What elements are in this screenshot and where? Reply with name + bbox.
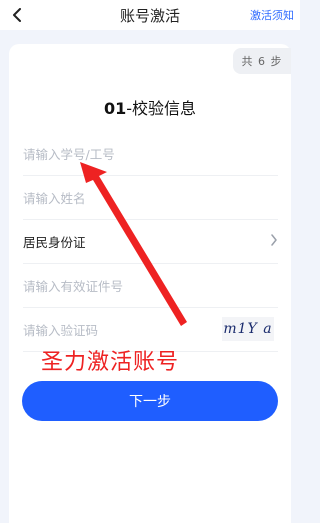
next-step-button[interactable]: 下一步 xyxy=(22,381,278,421)
step-title: 校验信息 xyxy=(132,99,197,118)
id-number-placeholder: 请输入有效证件号 xyxy=(23,279,124,294)
step-number: 01 xyxy=(103,99,127,118)
activation-notice-link[interactable]: 激活须知 xyxy=(250,7,294,23)
id-number-field[interactable]: 请输入有效证件号 xyxy=(23,264,278,308)
name-placeholder: 请输入姓名 xyxy=(23,191,86,206)
id-type-select[interactable]: 居民身份证 xyxy=(23,220,278,264)
step-count-badge: 共 6 步 xyxy=(233,48,291,74)
name-field[interactable]: 请输入姓名 xyxy=(23,176,278,220)
form-card: 共 6 步 01-校验信息 请输入学号/工号 请输入姓名 居民身份证 请输入有效… xyxy=(9,44,291,523)
annotation-text: 圣力激活账号 xyxy=(41,350,180,375)
top-nav-bar: 账号激活 激活须知 xyxy=(0,0,300,30)
verification-code-placeholder: 请输入验证码 xyxy=(23,323,99,338)
id-type-value: 居民身份证 xyxy=(23,235,86,250)
captcha-image[interactable]: m1Y a xyxy=(222,317,274,341)
student-id-placeholder: 请输入学号/工号 xyxy=(23,147,115,162)
student-id-field[interactable]: 请输入学号/工号 xyxy=(23,132,278,176)
step-heading: 01-校验信息 xyxy=(9,95,291,119)
chevron-right-icon xyxy=(271,234,277,246)
